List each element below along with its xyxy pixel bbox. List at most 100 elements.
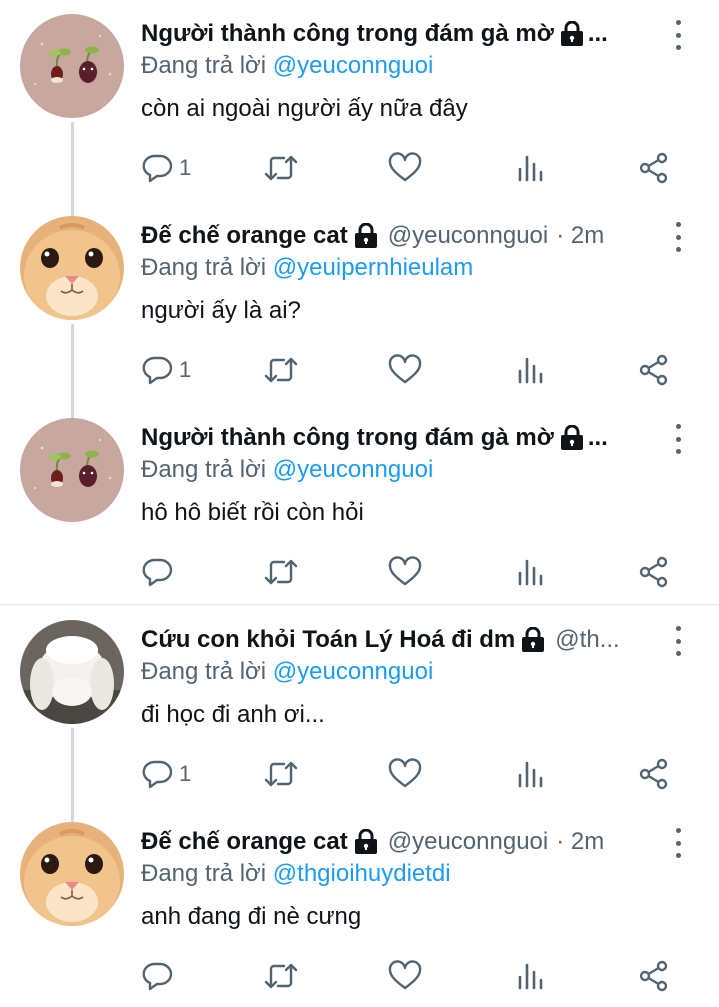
- timestamp[interactable]: · 2m: [556, 222, 604, 250]
- retweet-button[interactable]: [263, 151, 299, 185]
- replying-to: Đang trả lời @yeuipernhieulam: [141, 254, 473, 282]
- replying-to: Đang trả lời @yeuconnguoi: [141, 658, 433, 686]
- replying-to: Đang trả lời @thgioihuydietdi: [141, 860, 451, 888]
- more-icon[interactable]: [668, 20, 688, 50]
- reply-button[interactable]: 1: [141, 151, 191, 185]
- avatar[interactable]: [20, 822, 124, 926]
- more-icon[interactable]: [668, 828, 688, 858]
- more-icon[interactable]: [668, 626, 688, 656]
- share-button[interactable]: [638, 151, 670, 185]
- truncation-ellipsis: ...: [587, 424, 608, 451]
- user-handle[interactable]: @th...: [555, 626, 619, 654]
- views-button[interactable]: [517, 757, 545, 791]
- lock-icon: [560, 20, 584, 47]
- views-icon: [518, 357, 543, 384]
- reply-icon: [142, 760, 173, 789]
- retweet-icon: [264, 761, 298, 787]
- lock-icon: [560, 424, 584, 451]
- like-button[interactable]: [388, 757, 422, 791]
- views-icon: [518, 559, 543, 586]
- views-icon: [518, 155, 543, 182]
- tweet[interactable]: Người thành công trong đám gà mờ ... Đan…: [0, 0, 719, 202]
- reply-count: 1: [179, 155, 192, 180]
- like-button[interactable]: [388, 555, 422, 589]
- retweet-button[interactable]: [263, 353, 299, 387]
- retweet-icon: [264, 357, 298, 383]
- views-icon: [518, 761, 543, 788]
- display-name[interactable]: Cứu con khỏi Toán Lý Hoá đi dm: [141, 626, 515, 654]
- reply-icon: [142, 558, 173, 587]
- display-name[interactable]: Người thành công trong đám gà mờ: [141, 424, 554, 452]
- reply-button[interactable]: [141, 555, 179, 589]
- reply-count: 1: [179, 761, 192, 786]
- avatar[interactable]: [20, 14, 124, 118]
- sprout-avatar-icon: [20, 14, 124, 118]
- share-icon: [639, 758, 668, 790]
- retweet-button[interactable]: [263, 555, 299, 589]
- share-icon: [639, 960, 668, 992]
- tweet-header: Cứu con khỏi Toán Lý Hoá đi dm @th...: [141, 624, 661, 656]
- like-icon: [388, 354, 422, 384]
- like-button[interactable]: [388, 151, 422, 185]
- views-button[interactable]: [517, 959, 545, 993]
- replying-to-label: Đang trả lời: [141, 658, 267, 685]
- tweet-actions: 1: [0, 151, 719, 185]
- replying-to-handle[interactable]: @thgioihuydietdi: [273, 860, 451, 887]
- user-handle[interactable]: @yeuconnguoi: [388, 222, 548, 250]
- tweet[interactable]: Người thành công trong đám gà mờ ... Đan…: [0, 404, 719, 604]
- reply-button[interactable]: 1: [141, 353, 191, 387]
- tweet-text: hô hô biết rồi còn hỏi: [141, 499, 364, 526]
- timestamp[interactable]: · 2m: [556, 828, 604, 856]
- tweet[interactable]: Đế chế orange cat @yeuconnguoi · 2m Đang…: [0, 202, 719, 404]
- share-button[interactable]: [638, 555, 670, 589]
- more-icon[interactable]: [668, 222, 688, 252]
- orange-cat-avatar-icon: [20, 822, 124, 926]
- share-icon: [639, 556, 668, 588]
- like-icon: [388, 960, 422, 990]
- tweet-header: Đế chế orange cat @yeuconnguoi · 2m: [141, 220, 661, 252]
- avatar[interactable]: [20, 620, 124, 724]
- reply-button[interactable]: [141, 959, 179, 993]
- lock-icon: [354, 828, 378, 855]
- reply-icon: [142, 154, 173, 183]
- replying-to-label: Đang trả lời: [141, 254, 267, 281]
- avatar[interactable]: [20, 418, 124, 522]
- views-button[interactable]: [517, 151, 545, 185]
- share-button[interactable]: [638, 959, 670, 993]
- replying-to-handle[interactable]: @yeuipernhieulam: [273, 254, 473, 281]
- like-icon: [388, 556, 422, 586]
- orange-cat-avatar-icon: [20, 216, 124, 320]
- replying-to: Đang trả lời @yeuconnguoi: [141, 456, 433, 484]
- tweet-actions: 1: [0, 757, 719, 791]
- tweet[interactable]: Đế chế orange cat @yeuconnguoi · 2m Đang…: [0, 808, 719, 1007]
- reply-button[interactable]: 1: [141, 757, 191, 791]
- tweet-header: Đế chế orange cat @yeuconnguoi · 2m: [141, 826, 661, 858]
- retweet-button[interactable]: [263, 757, 299, 791]
- share-icon: [639, 354, 668, 386]
- conversation-divider: [0, 604, 719, 605]
- share-button[interactable]: [638, 757, 670, 791]
- share-icon: [639, 152, 668, 184]
- tweet-text: anh đang đi nè cưng: [141, 903, 362, 930]
- tweet-actions: 1: [0, 353, 719, 387]
- tweet[interactable]: Cứu con khỏi Toán Lý Hoá đi dm @th... Đa…: [0, 606, 719, 808]
- display-name[interactable]: Đế chế orange cat: [141, 222, 348, 250]
- replying-to-label: Đang trả lời: [141, 456, 267, 483]
- views-button[interactable]: [517, 353, 545, 387]
- sprout-avatar-icon: [20, 418, 124, 522]
- like-button[interactable]: [388, 353, 422, 387]
- share-button[interactable]: [638, 353, 670, 387]
- display-name[interactable]: Đế chế orange cat: [141, 828, 348, 856]
- like-button[interactable]: [388, 959, 422, 993]
- replying-to-handle[interactable]: @yeuconnguoi: [273, 658, 433, 685]
- user-handle[interactable]: @yeuconnguoi: [388, 828, 548, 856]
- display-name[interactable]: Người thành công trong đám gà mờ: [141, 20, 554, 48]
- white-rabbit-avatar-icon: [20, 620, 124, 724]
- replying-to-handle[interactable]: @yeuconnguoi: [273, 456, 433, 483]
- avatar[interactable]: [20, 216, 124, 320]
- more-icon[interactable]: [668, 424, 688, 454]
- replying-to-handle[interactable]: @yeuconnguoi: [273, 52, 433, 79]
- views-button[interactable]: [517, 555, 545, 589]
- views-icon: [518, 963, 543, 990]
- retweet-button[interactable]: [263, 959, 299, 993]
